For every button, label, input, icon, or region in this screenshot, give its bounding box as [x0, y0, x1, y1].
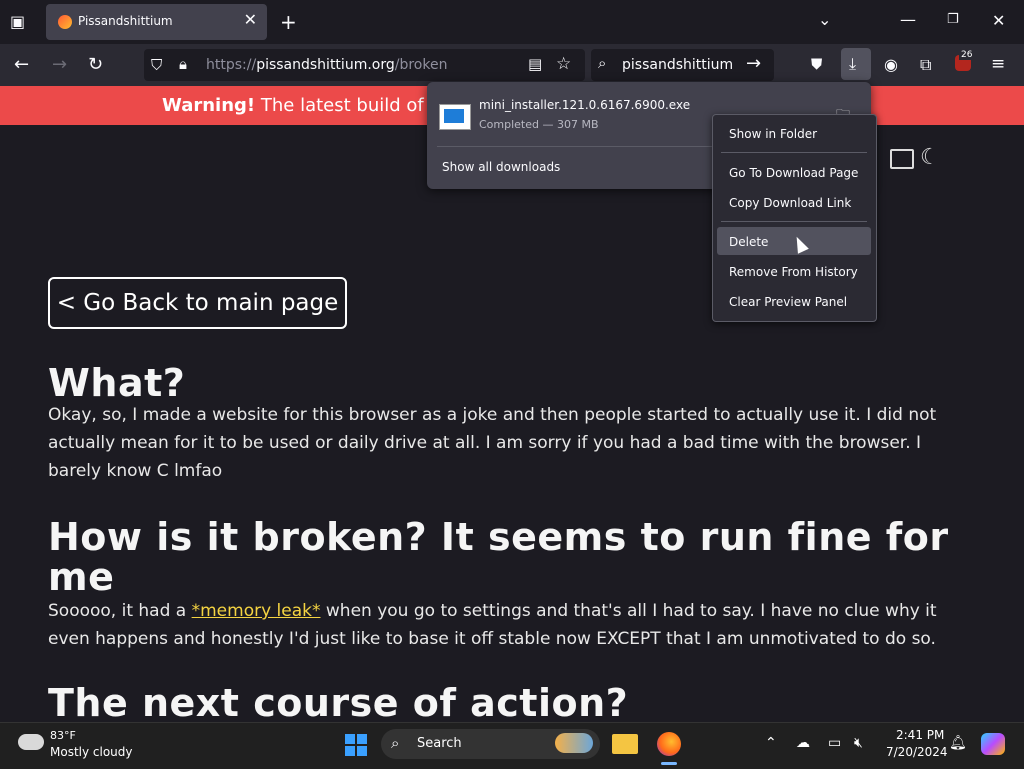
warning-label: Warning!	[162, 95, 256, 116]
exe-file-icon	[439, 104, 471, 130]
search-icon: ⌕	[598, 54, 607, 72]
moon-icon[interactable]: ☾	[920, 145, 940, 170]
heading-what: What?	[48, 361, 186, 405]
taskbar-search-label: Search	[417, 736, 462, 751]
download-arrow-icon: ⤓	[849, 54, 857, 73]
search-highlight-art-icon	[555, 733, 593, 753]
extension-badge: 26	[959, 50, 975, 60]
menu-separator	[721, 152, 867, 153]
app-menu-hamburger-icon[interactable]: ≡	[991, 54, 1005, 74]
restore-button[interactable]: ❐	[947, 12, 959, 27]
onedrive-cloud-icon[interactable]: ☁	[796, 735, 810, 751]
downloads-button[interactable]: ⤓	[841, 48, 871, 80]
minimize-button[interactable]: —	[900, 10, 916, 29]
download-context-menu: Show in Folder Go To Download Page Copy …	[712, 114, 877, 322]
copilot-icon[interactable]	[981, 733, 1005, 755]
download-filename[interactable]: mini_installer.121.0.6167.6900.exe	[479, 98, 690, 112]
new-tab-button[interactable]: +	[280, 10, 297, 34]
tab-active[interactable]: Pissandshittium ✕	[46, 4, 267, 40]
pocket-icon[interactable]: ⛊	[811, 55, 822, 73]
file-explorer-icon[interactable]	[612, 734, 638, 754]
menu-item-go-to-download-page[interactable]: Go To Download Page	[729, 166, 858, 180]
forward-icon[interactable]: →	[52, 54, 67, 75]
weather-description[interactable]: Mostly cloudy	[50, 745, 133, 759]
paragraph-broken: Sooooo, it had a *memory leak* when you …	[48, 601, 937, 649]
notification-bell-icon[interactable]: 🔔︎	[949, 735, 967, 751]
menu-item-copy-download-link[interactable]: Copy Download Link	[729, 196, 851, 210]
monitor-icon[interactable]	[890, 149, 914, 169]
tab-title: Pissandshittium	[78, 14, 173, 28]
menu-separator	[721, 221, 867, 222]
lock-icon[interactable]: 🔒︎	[179, 55, 187, 73]
heading-next: The next course of action?	[48, 681, 629, 722]
memory-leak-link[interactable]: *memory leak*	[192, 601, 321, 621]
site-favicon-icon	[58, 15, 72, 29]
weather-temperature[interactable]: 83°F	[50, 729, 76, 742]
browser-app-icon[interactable]	[657, 732, 681, 756]
search-input[interactable]: pissandshittium	[622, 57, 733, 73]
back-icon[interactable]: ←	[14, 54, 29, 75]
tab-close-icon[interactable]: ✕	[244, 10, 257, 29]
menu-item-show-in-folder[interactable]: Show in Folder	[729, 127, 817, 141]
reader-view-icon[interactable]: ▤	[528, 55, 542, 73]
active-app-indicator	[661, 762, 677, 765]
menu-item-clear-preview-panel[interactable]: Clear Preview Panel	[729, 295, 847, 309]
download-status: Completed — 307 MB	[479, 118, 599, 131]
list-all-tabs-icon[interactable]: ⌄	[818, 10, 831, 29]
taskbar-search-icon: ⌕	[391, 734, 400, 752]
warning-text: The latest build of Pis	[260, 95, 455, 116]
heading-broken: How is it broken? It seems to run fine f…	[48, 515, 949, 599]
tracking-protection-shield-icon[interactable]: ⛉	[151, 56, 162, 74]
clock-time[interactable]: 2:41 PM	[896, 728, 944, 742]
window-close-button[interactable]: ✕	[992, 11, 1005, 30]
volume-muted-icon[interactable]: 🔇︎	[854, 735, 863, 751]
clock-date[interactable]: 7/20/2024	[886, 745, 948, 759]
tab-overview-icon[interactable]: ▣	[10, 12, 25, 31]
show-hidden-icons-chevron-icon[interactable]: ⌃	[765, 735, 777, 751]
search-go-arrow-icon[interactable]: →	[746, 53, 761, 74]
start-windows-icon[interactable]	[345, 734, 367, 756]
account-icon[interactable]: ◉	[884, 55, 898, 74]
bookmark-star-icon[interactable]: ☆	[556, 54, 571, 74]
extensions-puzzle-icon[interactable]: ⧉	[920, 55, 931, 75]
menu-item-remove-from-history[interactable]: Remove From History	[729, 265, 858, 279]
go-back-button[interactable]: < Go Back to main page	[48, 277, 347, 329]
network-display-icon[interactable]: ▭	[828, 735, 841, 751]
show-all-downloads-button[interactable]: Show all downloads	[442, 160, 560, 174]
paragraph-what: Okay, so, I made a website for this brow…	[48, 405, 937, 481]
cloud-weather-icon[interactable]	[18, 734, 44, 750]
url-text[interactable]: https://pissandshittium.org/broken	[206, 57, 447, 73]
reload-icon[interactable]: ↻	[88, 54, 103, 75]
menu-item-delete[interactable]: Delete	[729, 235, 768, 249]
